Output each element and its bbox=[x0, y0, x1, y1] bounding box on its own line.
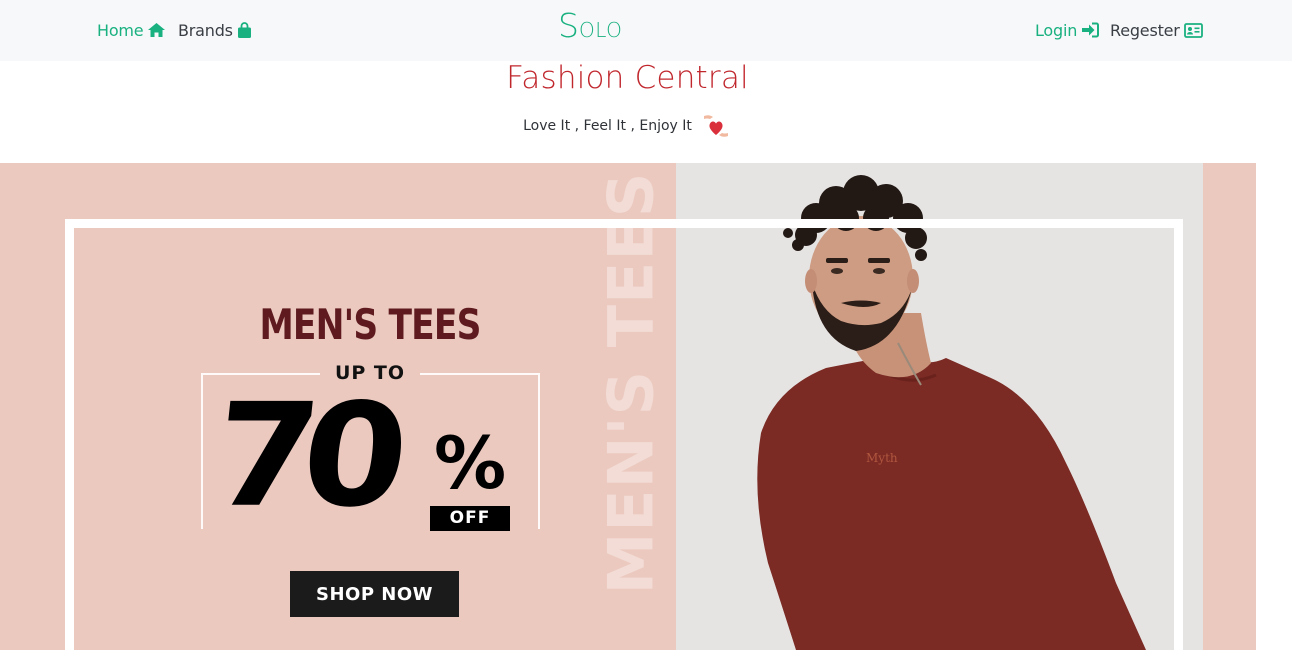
id-card-icon bbox=[1183, 22, 1203, 38]
tagline-row: Love It , Feel It , Enjoy It bbox=[0, 110, 1255, 142]
promo-banner[interactable]: MEN'S TEES Myth MEN'S TEES UP TO 70 % OF… bbox=[0, 163, 1256, 650]
navbar: Home Brands S OLO Login Regester bbox=[0, 0, 1292, 61]
sign-in-icon bbox=[1081, 22, 1100, 38]
nav-login-label: Login bbox=[1035, 20, 1078, 40]
nav-home-label: Home bbox=[97, 20, 144, 40]
tagline: Love It , Feel It , Enjoy It bbox=[523, 118, 692, 134]
shopping-bag-icon bbox=[237, 21, 252, 39]
nav-login-link[interactable]: Login bbox=[1035, 19, 1100, 41]
discount-off-label: OFF bbox=[430, 506, 510, 531]
nav-home-link[interactable]: Home bbox=[97, 19, 166, 41]
discount-number: 70 bbox=[205, 373, 400, 539]
brand-logo-initial: S bbox=[558, 6, 579, 45]
heart-hands-icon bbox=[700, 110, 732, 142]
home-icon bbox=[147, 22, 166, 38]
banner-heading: MEN'S TEES bbox=[259, 300, 481, 349]
nav-register-label: Regester bbox=[1110, 20, 1180, 40]
nav-register-link[interactable]: Regester bbox=[1110, 19, 1203, 41]
nav-brands-label: Brands bbox=[178, 20, 233, 40]
shop-now-button[interactable]: SHOP NOW bbox=[290, 571, 459, 617]
brand-logo-rest: OLO bbox=[578, 18, 623, 42]
discount-percent: % bbox=[434, 421, 507, 505]
nav-brands-link[interactable]: Brands bbox=[178, 19, 252, 41]
page-title: Fashion Central bbox=[506, 60, 749, 96]
brand-logo[interactable]: S OLO bbox=[558, 6, 622, 52]
